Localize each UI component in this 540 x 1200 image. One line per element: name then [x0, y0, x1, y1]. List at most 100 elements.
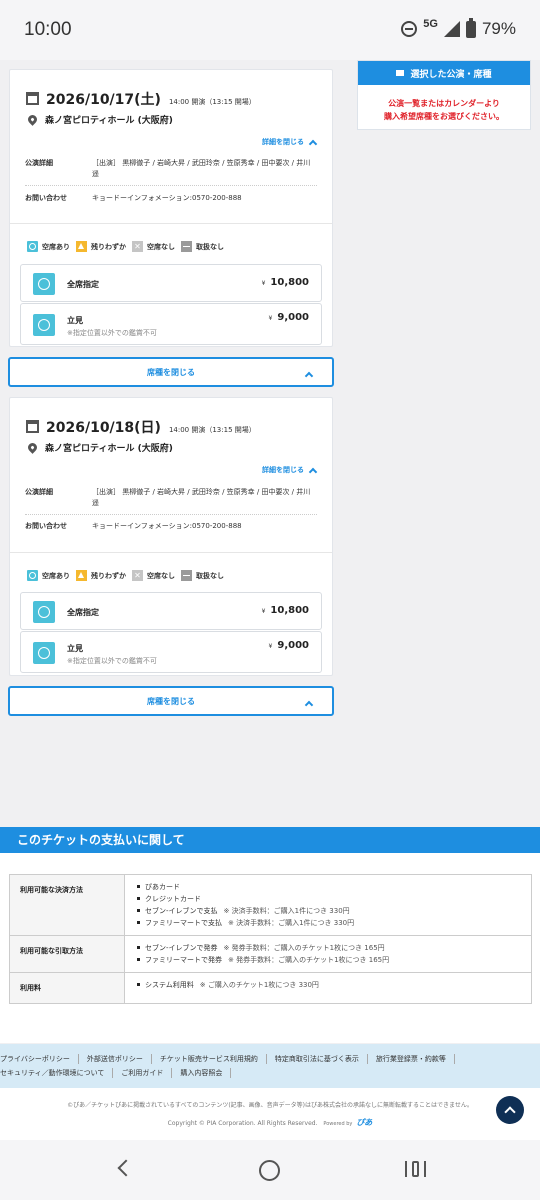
list-item: セブン-イレブンで発券 ※ 発券手数料：ご購入のチケット1枚につき 165円	[137, 942, 519, 954]
seat-option[interactable]: 全席指定 ¥ 10,800	[20, 264, 322, 302]
list-item: ぴあカード	[137, 881, 519, 893]
seat-available-icon	[33, 601, 55, 623]
legend-available-label: 空席あり	[42, 571, 70, 580]
performance-detail-label: 公演詳細	[25, 488, 53, 496]
performance-detail-value: ［出演］ 黒柳徹子 / 岩崎大昇 / 武田玲奈 / 笠原秀幸 / 田中要次 / …	[92, 488, 311, 507]
legend-few-label: 残りわずか	[91, 571, 126, 580]
yen-symbol: ¥	[261, 280, 266, 287]
footer-links-row: プライバシーポリシー 外部送信ポリシー チケット販売サービス利用規約 特定商取引…	[0, 1054, 455, 1064]
performance-detail-label: 公演詳細	[25, 159, 53, 167]
performance-info: 2026/10/17(土) 14:00 開演（13:15 開場） 森ノ宮ピロティ…	[10, 70, 332, 224]
battery-level: 79%	[481, 19, 516, 38]
calendar-icon	[26, 420, 39, 433]
payment-methods-label: 利用可能な決済方法	[9, 874, 125, 936]
chevron-up-icon	[308, 467, 318, 476]
status-time: 10:00	[24, 19, 72, 40]
selected-panel-header: 選択した公演・席種	[358, 61, 530, 85]
terms-link[interactable]: チケット販売サービス利用規約	[152, 1054, 267, 1064]
price-value: 9,000	[277, 640, 309, 651]
payment-table: 利用可能な決済方法 ぴあカード クレジットカード セブン-イレブンで支払 ※ 決済…	[9, 874, 532, 1004]
chevron-up-icon	[304, 700, 314, 710]
payment-section: 利用可能な決済方法 ぴあカード クレジットカード セブン-イレブンで支払 ※ 決済…	[0, 853, 540, 1043]
security-environment-link[interactable]: セキュリティ／動作環境について	[0, 1068, 114, 1078]
performance-detail-row: 公演詳細 ［出演］ 黒柳徹子 / 岩崎大昇 / 武田玲奈 / 笠原秀幸 / 田中…	[25, 158, 317, 182]
copyright-text: Copyright © PIA Corporation. All Rights …	[167, 1120, 318, 1127]
method-name: ファミリーマートで支払	[145, 919, 222, 927]
legend-few-label: 残りわずか	[91, 242, 126, 251]
seat-price: ¥ 10,800	[262, 605, 309, 616]
table-row: 利用料 システム利用料 ※ ご購入のチケット1枚につき 330円	[9, 972, 532, 1004]
chevron-up-icon	[308, 139, 318, 148]
few-left-icon	[76, 241, 87, 252]
external-transmission-policy-link[interactable]: 外部送信ポリシー	[79, 1054, 152, 1064]
price-value: 10,800	[270, 605, 309, 616]
close-seat-types-button[interactable]: 席種を閉じる	[8, 686, 334, 716]
legend-none-label: 空席なし	[147, 242, 175, 251]
performance-date: 2026/10/17(土)	[46, 92, 161, 108]
fee-note: ※ 決済手数料：ご購入1件につき 330円	[228, 919, 355, 927]
table-row: 利用可能な引取方法 セブン-イレブンで発券 ※ 発券手数料：ご購入のチケット1枚に…	[9, 935, 532, 973]
location-pin-icon	[26, 113, 39, 126]
home-icon[interactable]	[259, 1160, 280, 1181]
footer-legal: ©ぴあ／チケットぴあに掲載されているすべてのコンテンツ(記事、画像、音声データ等…	[0, 1088, 540, 1140]
performance-card: 2026/10/17(土) 14:00 開演（13:15 開場） 森ノ宮ピロティ…	[9, 69, 333, 347]
contact-row: お問い合わせ キョードーインフォメーション:0570-200-888	[25, 193, 317, 205]
back-icon[interactable]	[117, 1159, 135, 1177]
selected-panel-message-line2: 購入希望席種をお選びください。	[384, 112, 504, 121]
payment-methods-values: ぴあカード クレジットカード セブン-イレブンで支払 ※ 決済手数料：ご購入1件に…	[124, 874, 532, 936]
navigation-bar	[0, 1140, 540, 1200]
seat-note: ※指定位置以外での鑑賞不可	[67, 657, 157, 665]
venue-name: 森ノ宮ピロティホール (大阪府)	[45, 116, 173, 126]
detail-toggle-button[interactable]: 詳細を閉じる	[262, 465, 318, 476]
payment-heading: このチケットの支払いに関して	[0, 827, 540, 853]
recents-icon[interactable]	[405, 1161, 426, 1177]
footer-links: プライバシーポリシー 外部送信ポリシー チケット販売サービス利用規約 特定商取引…	[0, 1044, 540, 1088]
purchase-inquiry-link[interactable]: 購入内容照会	[172, 1068, 232, 1078]
legal-notice: ©ぴあ／チケットぴあに掲載されているすべてのコンテンツ(記事、画像、音声データ等…	[67, 1102, 473, 1109]
commercial-law-link[interactable]: 特定商取引法に基づく表示	[267, 1054, 368, 1064]
seat-available-icon	[33, 314, 55, 336]
list-item: ファミリーマートで支払 ※ 決済手数料：ご購入1件につき 330円	[137, 917, 519, 929]
chevron-up-icon	[304, 371, 314, 381]
close-seat-types-button[interactable]: 席種を閉じる	[8, 357, 334, 387]
seat-option[interactable]: 全席指定 ¥ 10,800	[20, 592, 322, 630]
list-item: クレジットカード	[137, 893, 519, 905]
list-item: ファミリーマートで発券 ※ 発券手数料：ご購入のチケット1枚につき 165円	[137, 954, 519, 966]
status-bar: 10:00 5G 79%	[0, 0, 540, 60]
fee-note: ※ 発券手数料：ご購入のチケット1枚につき 165円	[223, 944, 385, 952]
legend-available-label: 空席あり	[42, 242, 70, 251]
pia-logo: ぴあ	[356, 1118, 373, 1127]
list-item: システム利用料 ※ ご購入のチケット1枚につき 330円	[137, 979, 519, 991]
privacy-policy-link[interactable]: プライバシーポリシー	[0, 1054, 79, 1064]
detail-toggle-button[interactable]: 詳細を閉じる	[262, 137, 318, 148]
divider	[25, 185, 317, 186]
seat-option[interactable]: 立見 ※指定位置以外での鑑賞不可 ¥ 9,000	[20, 631, 322, 673]
method-name: システム利用料	[145, 981, 194, 989]
performance-detail-value: ［出演］ 黒柳徹子 / 岩崎大昇 / 武田玲奈 / 笠原秀幸 / 田中要次 / …	[92, 159, 311, 178]
fee-note: ※ 決済手数料：ご購入1件につき 330円	[223, 907, 350, 915]
calendar-icon	[26, 92, 39, 105]
seat-option[interactable]: 立見 ※指定位置以外での鑑賞不可 ¥ 9,000	[20, 303, 322, 345]
battery-icon	[465, 17, 476, 38]
scroll-to-top-button[interactable]	[496, 1096, 524, 1124]
yen-symbol: ¥	[268, 315, 273, 322]
pickup-methods-label: 利用可能な引取方法	[9, 935, 125, 973]
date-row: 2026/10/18(日) 14:00 開演（13:15 開場）	[26, 417, 256, 437]
sold-out-icon: ✕	[132, 570, 143, 581]
seat-available-icon	[33, 273, 55, 295]
seat-price: ¥ 9,000	[269, 312, 309, 323]
selected-panel-title: 選択した公演・席種	[410, 69, 492, 80]
travel-registration-link[interactable]: 旅行業登録票・約款等	[368, 1054, 455, 1064]
venue-name: 森ノ宮ピロティホール (大阪府)	[45, 444, 173, 454]
contact-label: お問い合わせ	[25, 522, 67, 530]
seat-name: 全席指定	[67, 608, 99, 617]
selected-panel-message: 公演一覧またはカレンダーより 購入希望席種をお選びください。	[358, 85, 530, 123]
status-icons: 5G 79%	[401, 17, 516, 39]
network-type: 5G	[423, 18, 438, 30]
venue-row: 森ノ宮ピロティホール (大阪府)	[26, 441, 173, 454]
user-guide-link[interactable]: ご利用ガイド	[113, 1068, 173, 1078]
seat-note: ※指定位置以外での鑑賞不可	[67, 329, 157, 337]
performance-time: 14:00 開演（13:15 開場）	[168, 426, 256, 434]
table-row: 利用可能な決済方法 ぴあカード クレジットカード セブン-イレブンで支払 ※ 決済…	[9, 874, 532, 936]
performance-detail-row: 公演詳細 ［出演］ 黒柳徹子 / 岩崎大昇 / 武田玲奈 / 笠原秀幸 / 田中…	[25, 487, 317, 511]
